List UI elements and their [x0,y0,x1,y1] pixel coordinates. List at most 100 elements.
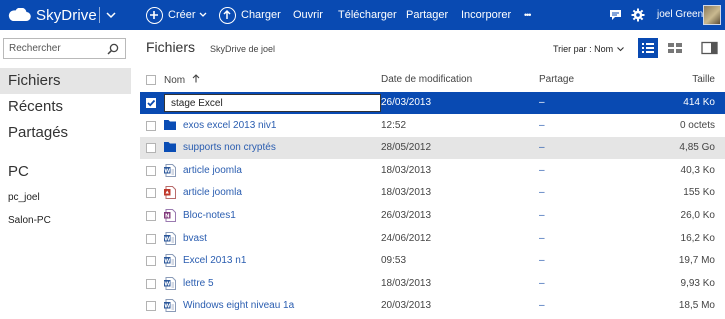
row-checkbox[interactable] [146,301,156,312]
sidebar-item-salon-pc[interactable]: Salon-PC [8,215,51,226]
folder-icon [164,119,176,132]
file-size: 26,0 Ko [680,210,715,221]
search-icon[interactable] [107,43,119,58]
more-button[interactable]: ••• [524,0,532,30]
pdf-doc-icon [164,186,176,200]
user-name[interactable]: joel Green [657,0,703,30]
table-row[interactable]: Warticle joomla 18/03/2013 – 40,3 Ko [140,160,725,182]
table-row[interactable]: supports non cryptés 28/05/2012 – 4,85 Go [140,137,725,160]
embed-button[interactable]: Incorporer [461,0,511,30]
table-row[interactable]: article joomla 18/03/2013 – 155 Ko [140,182,725,204]
row-checkbox[interactable] [146,188,156,199]
search-placeholder: Rechercher [9,43,61,54]
table-row[interactable]: Wlettre 5 18/03/2013 – 9,93 Ko [140,273,725,295]
table-row[interactable]: Wbvast 24/06/2012 – 16,2 Ko [140,228,725,250]
svg-text:W: W [164,281,170,287]
embed-label: Incorporer [461,9,512,21]
file-name[interactable]: Windows eight niveau 1a [183,300,294,311]
table-row[interactable]: W Excel 2013 n1 09:53 – 19,7 Mo [140,250,725,272]
column-modified[interactable]: Date de modification [381,74,472,85]
sharing-status[interactable]: – [539,187,545,198]
row-checkbox[interactable] [146,233,156,244]
file-name[interactable]: Bloc-notes1 [183,210,236,221]
sidebar-item-label: Fichiers [8,72,61,89]
row-checkbox[interactable] [146,120,156,131]
sidebar: Rechercher Fichiers Récents Partagés PC … [0,30,131,319]
file-size: 40,3 Ko [680,164,715,176]
modified-date: 20/03/2013 [381,300,432,312]
breadcrumb[interactable]: SkyDrive de joel [210,44,275,54]
avatar[interactable] [703,5,721,25]
table-header: Nom Date de modification Partage Taille [140,70,725,90]
file-size: 19,7 Mo [678,255,715,267]
sharing-status[interactable]: – [539,233,545,244]
onenote-doc-icon: N [164,209,176,222]
sharing-status[interactable]: – [539,255,545,266]
cloud-icon [7,8,31,22]
skydrive-home-link[interactable]: SkyDrive [7,5,97,25]
select-all-checkbox[interactable] [146,75,156,85]
divider [99,7,100,23]
chevron-down-icon [616,47,624,52]
sharing-status[interactable]: – [539,210,545,221]
sharing-status[interactable]: – [539,142,545,153]
row-checkbox[interactable] [146,143,156,154]
sharing-status[interactable]: – [539,300,545,311]
word-doc-icon: W [164,163,176,177]
chat-icon[interactable] [609,9,622,24]
file-name[interactable]: supports non cryptés [183,142,276,153]
sharing-status[interactable]: – [539,97,545,108]
more-label: ••• [524,10,532,20]
file-name[interactable]: article joomla [183,187,242,198]
sharing-status[interactable]: – [539,278,545,289]
thumbnail-view-button[interactable] [665,38,685,58]
chevron-down-icon[interactable] [106,10,116,22]
svg-text:W: W [164,258,170,264]
row-checkbox[interactable] [146,98,156,108]
open-label: Ouvrir [293,9,323,21]
modified-date: 18/03/2013 [381,187,432,199]
file-name[interactable]: exos excel 2013 niv1 [183,120,276,131]
gear-icon[interactable] [631,8,645,25]
open-button[interactable]: Ouvrir [293,0,323,30]
sharing-status[interactable]: – [539,120,545,131]
upload-button[interactable]: Charger [219,0,281,30]
chevron-down-icon [199,12,206,17]
sidebar-item-files[interactable]: Fichiers [0,68,131,94]
sidebar-item-pc-joel[interactable]: pc_joel [8,192,40,203]
table-row[interactable]: N Bloc-notes1 26/03/2013 – 26,0 Ko [140,205,725,227]
plus-circle-icon [146,6,163,24]
rename-input[interactable]: stage Excel [164,94,381,112]
file-name: stage Excel [171,98,223,109]
row-checkbox[interactable] [146,165,156,176]
table-row[interactable]: exos excel 2013 niv1 12:52 – 0 octets [140,115,725,137]
word-doc-icon: W [164,299,176,313]
column-sharing[interactable]: Partage [539,74,574,85]
file-name[interactable]: lettre 5 [183,278,214,289]
row-checkbox[interactable] [146,256,156,267]
sidebar-item-recent[interactable]: Récents [0,94,131,120]
file-name[interactable]: Excel 2013 n1 [183,255,246,266]
svg-text:W: W [164,168,170,174]
column-size[interactable]: Taille [692,74,715,85]
sharing-status[interactable]: – [539,165,545,176]
list-view-button[interactable] [638,38,658,58]
modified-date: 18/03/2013 [381,164,432,176]
table-row[interactable]: stage Excel 26/03/2013 – 414 Ko [140,92,725,114]
page-title: Fichiers [146,39,196,55]
sidebar-item-label: Partagés [8,124,69,141]
sort-dropdown[interactable]: Trier par : Nom [553,44,624,54]
download-button[interactable]: Télécharger [338,0,397,30]
file-name[interactable]: article joomla [183,165,242,176]
search-input[interactable]: Rechercher [3,38,126,59]
row-checkbox[interactable] [146,211,156,221]
create-button[interactable]: Créer [146,0,207,30]
row-checkbox[interactable] [146,278,156,289]
column-name[interactable]: Nom [164,74,200,86]
sidebar-item-shared[interactable]: Partagés [0,120,131,146]
modified-date: 26/03/2013 [381,97,432,108]
file-name[interactable]: bvast [183,233,207,244]
share-button[interactable]: Partager [406,0,448,30]
table-row[interactable]: W Windows eight niveau 1a 20/03/2013 – 18,5 … [140,295,725,317]
details-pane-button[interactable] [699,38,719,58]
